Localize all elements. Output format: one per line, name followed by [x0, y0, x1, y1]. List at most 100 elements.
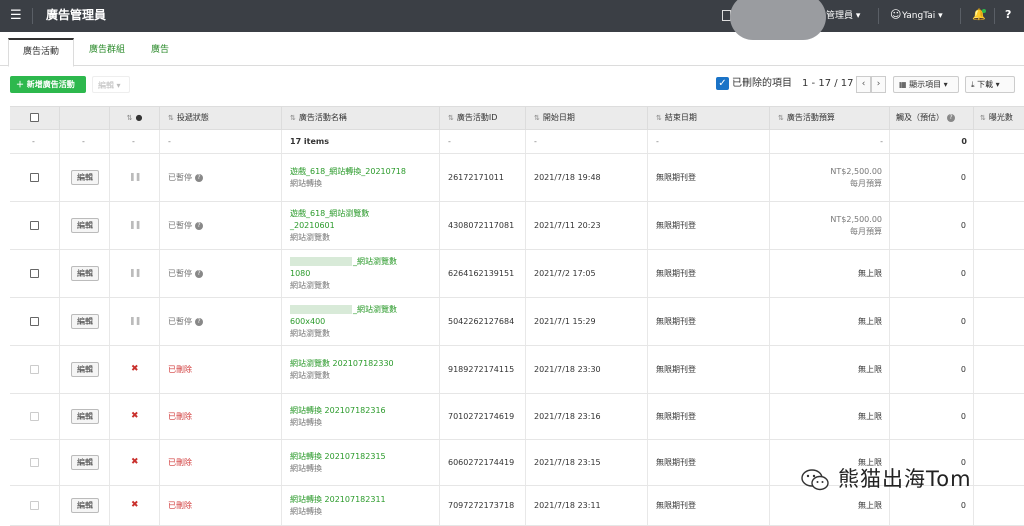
row-edit-button[interactable]: 編輯 [71, 218, 99, 233]
show-deleted-checkbox[interactable]: ✓ [716, 77, 729, 90]
download-label: 下載 [977, 80, 994, 89]
bulk-edit-button[interactable]: 編輯 ▾ [92, 76, 130, 93]
plus-icon: ＋ [16, 80, 27, 89]
show-deleted-label: 已刪除的項目 [732, 78, 792, 89]
tab-ads[interactable]: 廣告 [142, 38, 178, 67]
bulk-edit-label: 編輯 [98, 81, 114, 90]
redacted-text [290, 257, 352, 266]
campaign-name-link[interactable]: 遊戲_618_網站轉換_20210718 [290, 166, 406, 178]
help-icon[interactable]: ? [195, 173, 203, 182]
campaign-name-link[interactable]: 網站瀏覽數 202107182330 [290, 358, 394, 370]
sort-icon: ⇅ [448, 114, 454, 122]
row-edit-button[interactable]: 編輯 [71, 362, 99, 377]
sort-icon: ⇅ [980, 114, 986, 122]
summary-cell: - [526, 130, 648, 153]
campaign-name-link[interactable]: 600x400 [290, 316, 325, 328]
columns-button[interactable]: ▦ 顯示項目 ▾ [893, 76, 959, 93]
campaign-name-text: 網站瀏覽數 202107182330 [290, 359, 394, 368]
table-row[interactable]: 編輯 ✖ 已刪除 網站瀏覽數 202107182330 網站瀏覽數 91892721741… [10, 346, 1024, 394]
end-date: 無限期刊登 [656, 173, 696, 182]
sort-icon: ⇅ [126, 114, 133, 122]
delivery-status: 已刪除 [168, 458, 192, 467]
row-checkbox[interactable] [30, 317, 39, 326]
campaign-name-link[interactable]: _網站瀏覽數 [290, 304, 397, 316]
header-delivery-status[interactable]: ⇅ 投遞狀態 [160, 107, 282, 131]
table-row[interactable]: 編輯 ❚❚ 已暫停? 遊戲_618_網站轉換_20210718 網站轉換 26172171… [10, 154, 1024, 202]
hamburger-icon[interactable]: ☰ [10, 9, 22, 23]
reach-value: 0 [960, 173, 966, 182]
header-campaign-id[interactable]: ⇅ 廣告活動ID [440, 107, 526, 131]
header-end-date[interactable]: ⇅ 結束日期 [648, 107, 770, 131]
row-checkbox[interactable] [30, 173, 39, 182]
help-icon[interactable]: ? [195, 269, 203, 278]
row-checkbox[interactable] [30, 221, 39, 230]
campaign-objective: 網站轉換 [290, 464, 322, 473]
campaign-name-link[interactable]: _網站瀏覽數 [290, 256, 397, 268]
row-edit-button[interactable]: 編輯 [71, 170, 99, 185]
campaign-name-link[interactable]: 遊戲_618_網站瀏覽數 [290, 208, 369, 220]
campaign-name-link[interactable]: 1080 [290, 268, 310, 280]
download-button[interactable]: ⤓ 下載 ▾ [965, 76, 1015, 93]
table-row[interactable]: 編輯 ✖ 已刪除 網站轉換 202107182316 網站轉換 7010272174619… [10, 394, 1024, 440]
prev-page-button[interactable]: ‹ [856, 76, 871, 93]
row-edit-button[interactable]: 編輯 [71, 266, 99, 281]
campaign-name-link[interactable]: 網站轉換 202107182315 [290, 451, 386, 463]
row-checkbox[interactable] [30, 501, 39, 510]
help-icon[interactable]: ? [947, 113, 955, 122]
header-label: 廣告活動預算 [786, 113, 835, 122]
row-checkbox[interactable] [30, 458, 39, 467]
delivery-status: 已暫停? [168, 268, 203, 280]
header-budget[interactable]: ⇅ 廣告活動預算 [770, 107, 890, 131]
campaign-name-link[interactable]: 網站轉換 202107182311 [290, 494, 386, 506]
tab-campaigns[interactable]: 廣告活動 [8, 38, 74, 67]
pause-toggle-icon[interactable]: ❚❚ [129, 220, 141, 229]
header-start-date[interactable]: ⇅ 開始日期 [526, 107, 648, 131]
table-row[interactable]: 編輯 ❚❚ 已暫停? _網站瀏覽數 600x400 網站瀏覽數 5042262127684 2… [10, 298, 1024, 346]
row-edit-button[interactable]: 編輯 [71, 314, 99, 329]
sort-icon: ⇅ [778, 114, 784, 122]
reach-value: 0 [960, 412, 966, 421]
help-icon[interactable]: ? [1005, 8, 1011, 21]
delivery-status-text: 已暫停 [168, 269, 192, 278]
header-campaign-name[interactable]: ⇅ 廣告活動名稱 [282, 107, 440, 131]
campaign-id: 7097272173718 [448, 501, 515, 510]
pause-toggle-icon[interactable]: ❚❚ [129, 268, 141, 277]
campaign-name-link[interactable]: 網站轉換 202107182316 [290, 405, 386, 417]
row-checkbox[interactable] [30, 269, 39, 278]
tab-ad-groups[interactable]: 廣告群組 [80, 38, 134, 67]
campaign-objective: 網站轉換 [290, 418, 322, 427]
start-date: 2021/7/18 23:11 [534, 501, 601, 510]
columns-icon: ▦ [899, 80, 910, 89]
help-icon[interactable]: ? [195, 221, 203, 230]
pause-toggle-icon[interactable]: ❚❚ [129, 172, 141, 181]
reach-value: 0 [960, 317, 966, 326]
row-edit-button[interactable]: 編輯 [71, 455, 99, 470]
header-label: 廣告活動名稱 [298, 113, 347, 122]
select-all-checkbox[interactable] [30, 113, 39, 122]
header-reach[interactable]: 觸及（預估）? [890, 107, 974, 131]
sort-icon: ⇅ [656, 114, 662, 122]
campaign-objective: 網站轉換 [290, 507, 322, 516]
budget-note: 每月預算 [850, 227, 882, 236]
row-checkbox[interactable] [30, 412, 39, 421]
header-label: 結束日期 [664, 113, 697, 122]
header-impressions[interactable]: ⇅ 曝光數 [974, 107, 1024, 131]
campaign-name-text: _網站瀏覽數 [353, 305, 397, 314]
help-icon[interactable]: ? [195, 317, 203, 326]
header-toggle-cell[interactable]: ⇅ ● [110, 107, 160, 131]
row-edit-button[interactable]: 編輯 [71, 498, 99, 513]
table-row[interactable]: 編輯 ❚❚ 已暫停? _網站瀏覽數 1080 網站瀏覽數 6264162139151 2021… [10, 250, 1024, 298]
next-page-button[interactable]: › [871, 76, 886, 93]
campaign-name-text: 遊戲_618_網站轉換_20210718 [290, 167, 406, 176]
deleted-x-icon: ✖ [131, 364, 139, 374]
account-dropdown[interactable]: 管理員 ▾ [826, 10, 860, 22]
row-checkbox[interactable] [30, 365, 39, 374]
row-edit-button[interactable]: 編輯 [71, 409, 99, 424]
delivery-status: 已刪除 [168, 412, 192, 421]
table-row[interactable]: 編輯 ❚❚ 已暫停? 遊戲_618_網站瀏覽數 _20210601 網站瀏覽數 430807… [10, 202, 1024, 250]
create-campaign-button[interactable]: ＋ 新增廣告活動 [10, 76, 86, 93]
pause-toggle-icon[interactable]: ❚❚ [129, 316, 141, 325]
delivery-status-text: 已暫停 [168, 173, 192, 182]
campaign-name-link[interactable]: _20210601 [290, 220, 335, 232]
user-dropdown[interactable]: YangTai ▾ [902, 10, 943, 22]
